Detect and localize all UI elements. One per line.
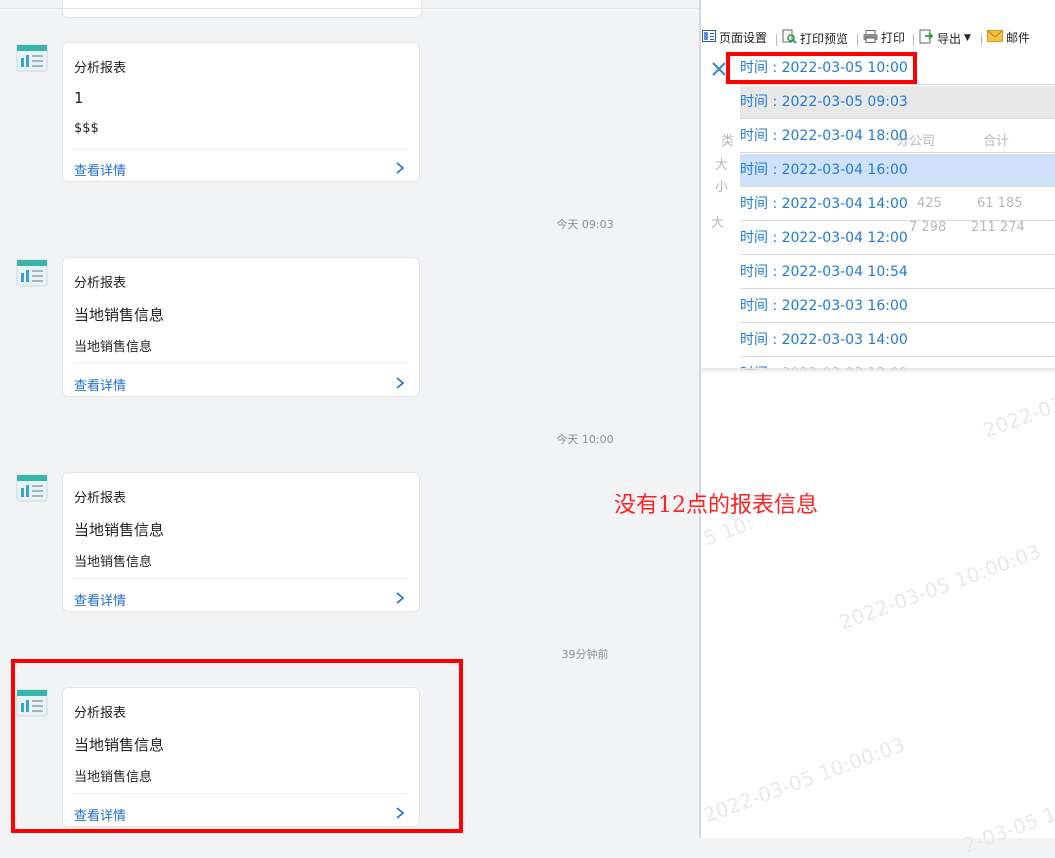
- page-setup-button[interactable]: 页面设置: [702, 29, 767, 46]
- card-content-line: 当地销售信息: [74, 521, 165, 539]
- time-option[interactable]: 时间 : 2022-03-03 14:00: [740, 324, 1055, 357]
- view-details-link[interactable]: 查看详情: [74, 590, 126, 609]
- card-content-line: 当地销售信息: [74, 306, 165, 324]
- time-option[interactable]: 时间 : 2022-03-04 16:00: [740, 154, 1055, 187]
- caret-down-icon: ▼: [964, 33, 971, 43]
- card-title: 分析报表: [74, 61, 127, 76]
- time-option[interactable]: 时间 : 2022-03-04 12:00: [740, 222, 1055, 255]
- report-card[interactable]: 分析报表 当地销售信息 当地销售信息 查看详情: [62, 257, 420, 397]
- annotation-note: 没有12点的报表信息: [614, 493, 818, 518]
- report-app-icon: [16, 44, 48, 72]
- export-label: 导出: [937, 31, 962, 46]
- toolbar-separator: [857, 34, 858, 46]
- toolbar-separator: [776, 34, 777, 46]
- card-divider: [73, 363, 409, 364]
- card-content-line: 当地销售信息: [74, 555, 153, 570]
- print-button[interactable]: 打印: [863, 29, 905, 46]
- toolbar-separator: [913, 34, 914, 46]
- time-select-dropdown: 时间 : 2022-03-05 10:00 时间 : 2022-03-05 09…: [701, 52, 1055, 370]
- chat-panel: 分析报表 1 $$$ 查看详情 今天 09:03 分析报表 当地销售信息 当地销…: [0, 0, 700, 838]
- chevron-right-icon[interactable]: [394, 375, 406, 389]
- report-app-icon: [16, 474, 48, 502]
- card-content-line: 当地销售信息: [74, 340, 153, 355]
- dropdown-shadow: [701, 368, 1055, 374]
- annotation-highlight-box: [11, 659, 463, 833]
- chevron-right-icon[interactable]: [394, 590, 406, 604]
- card-divider: [73, 578, 409, 579]
- card-title: 分析报表: [74, 491, 127, 506]
- chat-top-divider: [0, 8, 700, 9]
- time-option[interactable]: 时间 : 2022-03-04 14:00: [740, 188, 1055, 221]
- report-app-icon: [16, 259, 48, 287]
- print-preview-label: 打印预览: [800, 31, 849, 46]
- report-toolbar: 页面设置 打印预览 打印 导出 ▼ 邮件: [701, 26, 1055, 50]
- chat-timestamp: 今天 10:00: [556, 433, 614, 446]
- export-icon: [919, 29, 934, 47]
- view-details-link[interactable]: 查看详情: [74, 160, 126, 179]
- export-dropdown-button[interactable]: 导出 ▼: [919, 29, 971, 47]
- chevron-right-icon[interactable]: [394, 160, 406, 174]
- chat-timestamp: 39分钟前: [561, 648, 609, 661]
- card-content-line: $$$: [74, 121, 99, 136]
- mail-icon: [987, 30, 1003, 45]
- time-option[interactable]: 时间 : 2022-03-05 09:03: [740, 86, 1055, 119]
- card-divider: [73, 148, 409, 149]
- page-setup-label: 页面设置: [719, 31, 768, 45]
- chat-timestamp: 今天 09:03: [556, 218, 614, 231]
- view-details-link[interactable]: 查看详情: [74, 375, 126, 394]
- previous-card-stub: [62, 0, 422, 18]
- print-label: 打印: [881, 31, 906, 45]
- annotation-highlight-box: [726, 52, 917, 84]
- report-card[interactable]: 分析报表 当地销售信息 当地销售信息 查看详情: [62, 472, 420, 612]
- mail-button[interactable]: 邮件: [987, 29, 1030, 46]
- toolbar-separator: [981, 34, 982, 46]
- report-card[interactable]: 分析报表 1 $$$ 查看详情: [62, 42, 420, 182]
- mail-label: 邮件: [1006, 31, 1031, 45]
- printer-icon: [863, 29, 878, 46]
- card-title: 分析报表: [74, 276, 127, 291]
- time-option[interactable]: 时间 : 2022-03-03 16:00: [740, 290, 1055, 323]
- print-preview-icon: [782, 29, 797, 47]
- page-setup-icon: [702, 30, 716, 45]
- report-panel: 页面设置 打印预览 打印 导出 ▼ 邮件 类 分公司 合计 大 小 425 61…: [701, 0, 1055, 838]
- time-option[interactable]: 时间 : 2022-03-04 10:54: [740, 256, 1055, 289]
- card-content-line: 1: [74, 89, 84, 107]
- print-preview-button[interactable]: 打印预览: [782, 29, 848, 47]
- time-option[interactable]: 时间 : 2022-03-04 18:00: [740, 120, 1055, 153]
